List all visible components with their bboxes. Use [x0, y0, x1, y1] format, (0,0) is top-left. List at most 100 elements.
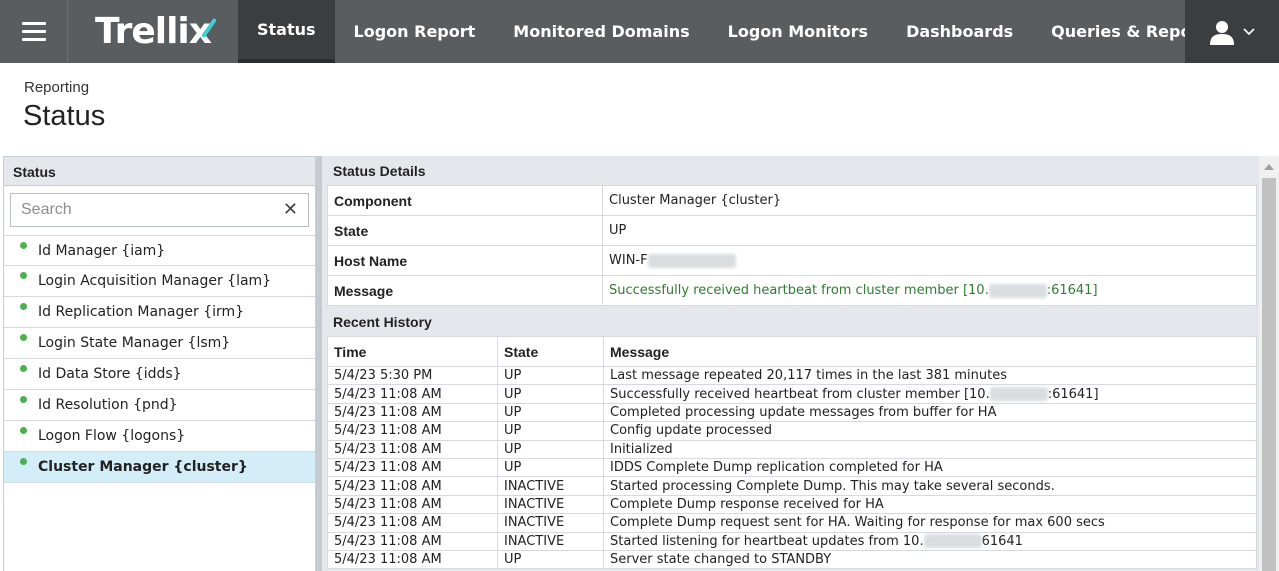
status-details-header: Status Details: [333, 163, 426, 179]
nav-tab-dashboards[interactable]: Dashboards: [887, 0, 1032, 63]
list-item[interactable]: Login Acquisition Manager {lam}: [4, 266, 315, 297]
cell-state: UP: [497, 365, 604, 386]
component-list: Id Manager {iam} Login Acquisition Manag…: [4, 235, 315, 483]
list-item-label: Id Manager {iam}: [38, 242, 166, 259]
table-row: 5/4/23 11:08 AM UP Config update process…: [327, 421, 1257, 441]
cell-time: 5/4/23 11:08 AM: [327, 549, 498, 570]
user-menu-button[interactable]: [1185, 0, 1279, 63]
status-up-icon: [20, 365, 27, 372]
breadcrumb[interactable]: Reporting: [24, 79, 89, 96]
cell-time: 5/4/23 11:08 AM: [327, 402, 498, 423]
search-input[interactable]: Search ✕: [10, 193, 309, 227]
close-icon[interactable]: ✕: [283, 201, 298, 219]
list-item-label: Id Resolution {pnd}: [38, 397, 178, 413]
detail-value: UP: [602, 215, 1257, 246]
message-prefix: Successfully received heartbeat from clu…: [610, 386, 990, 402]
status-details-table: Component Cluster Manager {cluster} Stat…: [327, 185, 1257, 306]
cell-time: 5/4/23 11:08 AM: [327, 494, 498, 515]
vertical-scrollbar[interactable]: [1259, 156, 1279, 571]
redacted-text: [647, 253, 736, 268]
cell-state: INACTIVE: [497, 494, 604, 515]
cell-state: UP: [497, 421, 604, 441]
table-row: 5/4/23 11:08 AM UP Initialized: [327, 439, 1257, 459]
table-row: 5/4/23 11:08 AM UP IDDS Complete Dump re…: [327, 457, 1257, 478]
status-list-panel: Status Search ✕ Id Manager {iam} Login A…: [3, 156, 316, 571]
table-header-row: Time State Message: [327, 336, 1257, 367]
list-item-label: Login State Manager {lsm}: [38, 335, 231, 351]
recent-history-table: Time State Message 5/4/23 5:30 PM UP Las…: [327, 336, 1257, 570]
nav-tab-status[interactable]: Status: [238, 0, 335, 63]
cell-message: Initialized: [603, 439, 1257, 459]
trellix-logo[interactable]: Trellix: [68, 0, 238, 63]
redacted-text: [989, 387, 1048, 402]
table-row: Host Name WIN-F: [327, 245, 1257, 276]
status-up-icon: [20, 272, 27, 279]
list-item[interactable]: Id Resolution {pnd}: [4, 390, 315, 421]
brand-name: Trellix: [94, 11, 212, 52]
cell-time: 5/4/23 11:08 AM: [327, 384, 498, 404]
cell-state: UP: [497, 384, 604, 404]
list-item[interactable]: Login State Manager {lsm}: [4, 328, 315, 359]
scrollbar-thumb[interactable]: [1262, 178, 1276, 571]
detail-key: Component: [327, 185, 603, 216]
column-header-time: Time: [327, 336, 498, 367]
cell-time: 5/4/23 11:08 AM: [327, 513, 498, 533]
status-details-panel: Status Details Component Cluster Manager…: [316, 156, 1279, 571]
cell-time: 5/4/23 5:30 PM: [327, 365, 498, 386]
cell-state: INACTIVE: [497, 513, 604, 533]
list-item-label: Id Replication Manager {irm}: [38, 304, 245, 320]
hamburger-menu-icon[interactable]: [0, 0, 68, 63]
table-row: 5/4/23 11:08 AM INACTIVE Started process…: [327, 476, 1257, 496]
list-item[interactable]: Id Replication Manager {irm}: [4, 297, 315, 328]
user-icon: [1210, 20, 1234, 45]
status-up-icon: [20, 334, 27, 341]
cell-state: INACTIVE: [497, 476, 604, 496]
nav-tab-logon-report[interactable]: Logon Report: [335, 0, 495, 63]
scroll-up-arrow-icon[interactable]: [1264, 164, 1274, 170]
list-item-selected[interactable]: Cluster Manager {cluster}: [4, 452, 315, 483]
list-item[interactable]: Id Manager {iam}: [4, 235, 315, 266]
table-row: 5/4/23 11:08 AM INACTIVE Started listeni…: [327, 531, 1257, 551]
list-item-label: Login Acquisition Manager {lam}: [38, 273, 272, 289]
cell-message: IDDS Complete Dump replication completed…: [603, 457, 1257, 478]
detail-key: State: [327, 215, 603, 246]
cell-time: 5/4/23 11:08 AM: [327, 457, 498, 478]
status-up-icon: [20, 396, 27, 403]
redacted-text: [923, 534, 982, 549]
status-up-icon: [20, 242, 27, 249]
cell-state: INACTIVE: [497, 531, 604, 551]
column-header-message: Message: [603, 336, 1257, 367]
cell-message: Last message repeated 20,117 times in th…: [603, 365, 1257, 386]
detail-key: Message: [327, 275, 603, 306]
cell-message: Completed processing update messages fro…: [603, 402, 1257, 423]
cell-time: 5/4/23 11:08 AM: [327, 476, 498, 496]
table-row: State UP: [327, 215, 1257, 246]
table-row: 5/4/23 11:08 AM INACTIVE Complete Dump r…: [327, 513, 1257, 533]
status-up-icon: [20, 427, 27, 434]
search-placeholder: Search: [21, 201, 72, 218]
cell-state: UP: [497, 439, 604, 459]
detail-key: Host Name: [327, 245, 603, 276]
list-item-label: Cluster Manager {cluster}: [38, 459, 248, 475]
status-list-header: Status: [4, 157, 315, 186]
cell-state: UP: [497, 457, 604, 478]
detail-value: WIN-F: [602, 245, 1257, 276]
cell-state: UP: [497, 549, 604, 570]
table-row: 5/4/23 11:08 AM INACTIVE Complete Dump r…: [327, 494, 1257, 515]
status-up-icon: [20, 303, 27, 310]
table-row: 5/4/23 11:08 AM UP Server state changed …: [327, 549, 1257, 570]
nav-tab-monitored-domains[interactable]: Monitored Domains: [494, 0, 708, 63]
list-item[interactable]: Logon Flow {logons}: [4, 421, 315, 452]
cell-time: 5/4/23 11:08 AM: [327, 531, 498, 551]
cell-message: Complete Dump request sent for HA. Waiti…: [603, 513, 1257, 533]
recent-history-header: Recent History: [333, 314, 432, 330]
nav-tab-logon-monitors[interactable]: Logon Monitors: [709, 0, 887, 63]
cell-message: Started listening for heartbeat updates …: [603, 531, 1257, 551]
detail-value: Cluster Manager {cluster}: [602, 185, 1257, 216]
redacted-text: [988, 283, 1047, 298]
message-prefix: Successfully received heartbeat from clu…: [609, 283, 989, 298]
top-navigation-bar: Trellix Status Logon Report Monitored Do…: [0, 0, 1279, 63]
host-name-prefix: WIN-F: [609, 253, 648, 268]
list-item[interactable]: Id Data Store {idds}: [4, 359, 315, 390]
list-item-label: Id Data Store {idds}: [38, 366, 182, 382]
